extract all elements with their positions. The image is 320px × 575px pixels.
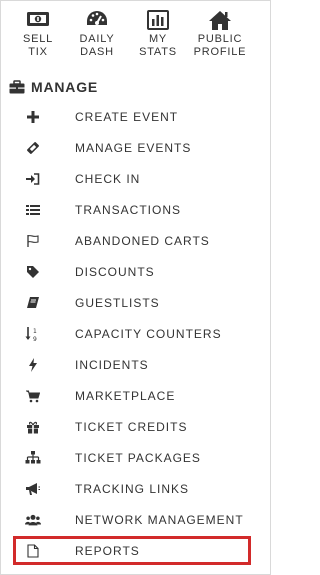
my-stats-label-line1: MY: [148, 33, 168, 45]
briefcase-icon: [9, 80, 25, 94]
menu-item-label: ABANDONED CARTS: [75, 234, 210, 248]
gift-icon: [25, 419, 41, 435]
menu-item-label: MARKETPLACE: [75, 389, 176, 403]
sitemap-icon: [25, 450, 41, 466]
sell-tix-label-line1: SELL: [22, 33, 54, 45]
bar-chart-icon: [128, 9, 188, 31]
my-stats-link[interactable]: MY STATS: [128, 6, 188, 59]
menu-item-ticket-credits[interactable]: TICKET CREDITS: [0, 411, 271, 442]
dashboard-icon: [67, 9, 127, 31]
menu-item-label: CAPACITY COUNTERS: [75, 327, 222, 341]
quick-links: SELL TIX DAILY DASH MY STATS PUBLIC PROF…: [0, 6, 271, 66]
public-profile-label-line2: PROFILE: [193, 46, 247, 58]
public-profile-link[interactable]: PUBLIC PROFILE: [190, 6, 250, 59]
menu-item-marketplace[interactable]: MARKETPLACE: [0, 380, 271, 411]
ticket-icon: [25, 140, 41, 156]
daily-dash-link[interactable]: DAILY DASH: [67, 6, 127, 59]
menu-item-network-management[interactable]: NETWORK MANAGEMENT: [0, 504, 271, 535]
menu-item-ticket-packages[interactable]: TICKET PACKAGES: [0, 442, 271, 473]
menu-item-create-event[interactable]: CREATE EVENT: [0, 101, 271, 132]
menu-item-transactions[interactable]: TRANSACTIONS: [0, 194, 271, 225]
manage-section-header: MANAGE: [9, 78, 98, 96]
sell-tix-link[interactable]: SELL TIX: [8, 6, 68, 59]
daily-dash-label-line1: DAILY: [79, 33, 115, 45]
menu-item-label: TICKET PACKAGES: [75, 451, 201, 465]
svg-text:1: 1: [33, 328, 38, 335]
menu-item-label: TICKET CREDITS: [75, 420, 188, 434]
daily-dash-label-line2: DASH: [80, 46, 114, 58]
menu-item-label: NETWORK MANAGEMENT: [75, 513, 244, 527]
menu-item-discounts[interactable]: DISCOUNTS: [0, 256, 271, 287]
menu-item-incidents[interactable]: INCIDENTS: [0, 349, 271, 380]
menu-item-manage-events[interactable]: MANAGE EVENTS: [0, 132, 271, 163]
flag-outline-icon: [25, 233, 41, 249]
money-icon: [8, 9, 68, 31]
book-icon: [25, 295, 41, 311]
tag-icon: [25, 264, 41, 280]
users-icon: [25, 512, 41, 528]
menu-item-label: MANAGE EVENTS: [75, 141, 192, 155]
menu-item-label: INCIDENTS: [75, 358, 149, 372]
menu-item-abandoned-carts[interactable]: ABANDONED CARTS: [0, 225, 271, 256]
menu-item-label: DISCOUNTS: [75, 265, 155, 279]
sort-numeric-icon: 19: [25, 326, 41, 342]
list-icon: [25, 202, 41, 218]
section-title: MANAGE: [31, 79, 99, 95]
menu-item-label: CREATE EVENT: [75, 110, 179, 124]
menu-item-tracking-links[interactable]: TRACKING LINKS: [0, 473, 271, 504]
bullhorn-icon: [25, 481, 41, 497]
cart-icon: [25, 388, 41, 404]
menu-item-check-in[interactable]: CHECK IN: [0, 163, 271, 194]
menu-item-label: TRANSACTIONS: [75, 203, 182, 217]
menu-item-capacity-counters[interactable]: 19 CAPACITY COUNTERS: [0, 318, 271, 349]
menu-item-label: CHECK IN: [75, 172, 141, 186]
menu-item-guestlists[interactable]: GUESTLISTS: [0, 287, 271, 318]
public-profile-label-line1: PUBLIC: [197, 33, 243, 45]
home-icon: [190, 9, 250, 31]
svg-text:9: 9: [33, 336, 38, 342]
reports-highlight-box: [13, 536, 251, 565]
sell-tix-label-line2: TIX: [28, 46, 48, 58]
manage-menu: CREATE EVENT MANAGE EVENTS CHECK IN TRAN…: [0, 101, 271, 566]
sign-in-icon: [25, 171, 41, 187]
bolt-icon: [25, 357, 41, 373]
my-stats-label-line2: STATS: [139, 46, 177, 58]
menu-item-label: GUESTLISTS: [75, 296, 160, 310]
menu-item-label: TRACKING LINKS: [75, 482, 190, 496]
plus-icon: [25, 109, 41, 125]
